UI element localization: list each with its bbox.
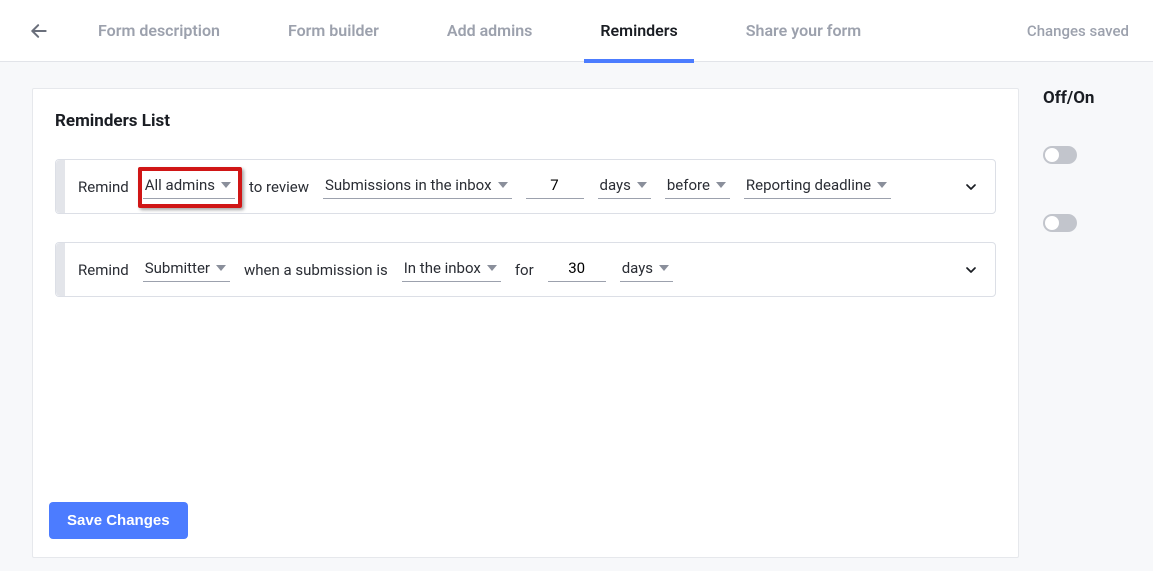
reminder-count-input[interactable] <box>548 257 606 282</box>
reminder-what-select[interactable]: Submissions in the inbox <box>323 174 512 199</box>
reminder-who-select[interactable]: Submitter <box>143 257 230 282</box>
reminder-row: Remind Submitter when a submission is In… <box>55 242 996 297</box>
reminder-relation-value: before <box>667 176 710 194</box>
reminder-toggle[interactable] <box>1043 214 1077 232</box>
expand-row-button[interactable] <box>963 179 979 195</box>
reminder-unit-select[interactable]: days <box>620 257 673 282</box>
reminder-what-select[interactable]: In the inbox <box>402 257 501 282</box>
reminder-what-value: In the inbox <box>404 259 481 277</box>
chevron-down-icon <box>963 262 979 278</box>
reminder-row: Remind All admins to review Submissions … <box>55 159 996 214</box>
reminder-for-label: for <box>515 261 534 279</box>
reminder-prefix: Remind <box>78 261 129 279</box>
reminder-anchor-select[interactable]: Reporting deadline <box>744 174 891 199</box>
tab-form-builder[interactable]: Form builder <box>284 0 383 62</box>
expand-row-button[interactable] <box>963 262 979 278</box>
reminder-relation-select[interactable]: before <box>665 174 730 199</box>
arrow-left-icon <box>29 21 49 41</box>
save-status: Changes saved <box>1027 22 1129 40</box>
reminder-toggle[interactable] <box>1043 146 1077 164</box>
chevron-down-icon <box>221 182 231 188</box>
chevron-down-icon <box>716 182 726 188</box>
reminder-who-value: Submitter <box>145 259 210 277</box>
back-button[interactable] <box>24 16 54 46</box>
chevron-down-icon <box>877 182 887 188</box>
toggle-column: Off/On <box>1043 88 1121 558</box>
toggle-knob <box>1045 148 1059 162</box>
toggle-knob <box>1045 216 1059 230</box>
reminder-unit-select[interactable]: days <box>598 174 651 199</box>
chevron-down-icon <box>637 182 647 188</box>
reminder-what-value: Submissions in the inbox <box>325 176 492 194</box>
toggle-column-title: Off/On <box>1043 88 1121 108</box>
reminder-mid-label: to review <box>249 178 309 196</box>
reminder-who-select[interactable]: All admins <box>143 174 235 199</box>
chevron-down-icon <box>216 265 226 271</box>
chevron-down-icon <box>659 265 669 271</box>
reminder-unit-value: days <box>600 176 631 194</box>
reminder-mid-label: when a submission is <box>244 261 388 279</box>
reminder-count-input[interactable] <box>526 174 584 199</box>
tab-form-description[interactable]: Form description <box>94 0 224 62</box>
tab-reminders[interactable]: Reminders <box>596 0 681 62</box>
reminders-panel: Reminders List Remind All admins to revi… <box>32 88 1019 558</box>
chevron-down-icon <box>498 182 508 188</box>
reminder-unit-value: days <box>622 259 653 277</box>
save-changes-button[interactable]: Save Changes <box>49 502 188 539</box>
reminder-who-value: All admins <box>145 176 215 194</box>
topbar: Form description Form builder Add admins… <box>0 0 1153 62</box>
reminder-prefix: Remind <box>78 178 129 196</box>
chevron-down-icon <box>963 179 979 195</box>
tabs: Form description Form builder Add admins… <box>94 0 1027 62</box>
page: Reminders List Remind All admins to revi… <box>0 62 1153 558</box>
tab-add-admins[interactable]: Add admins <box>443 0 537 62</box>
tab-share-form[interactable]: Share your form <box>742 0 865 62</box>
chevron-down-icon <box>487 265 497 271</box>
reminder-anchor-value: Reporting deadline <box>746 176 871 194</box>
section-title: Reminders List <box>55 111 996 131</box>
